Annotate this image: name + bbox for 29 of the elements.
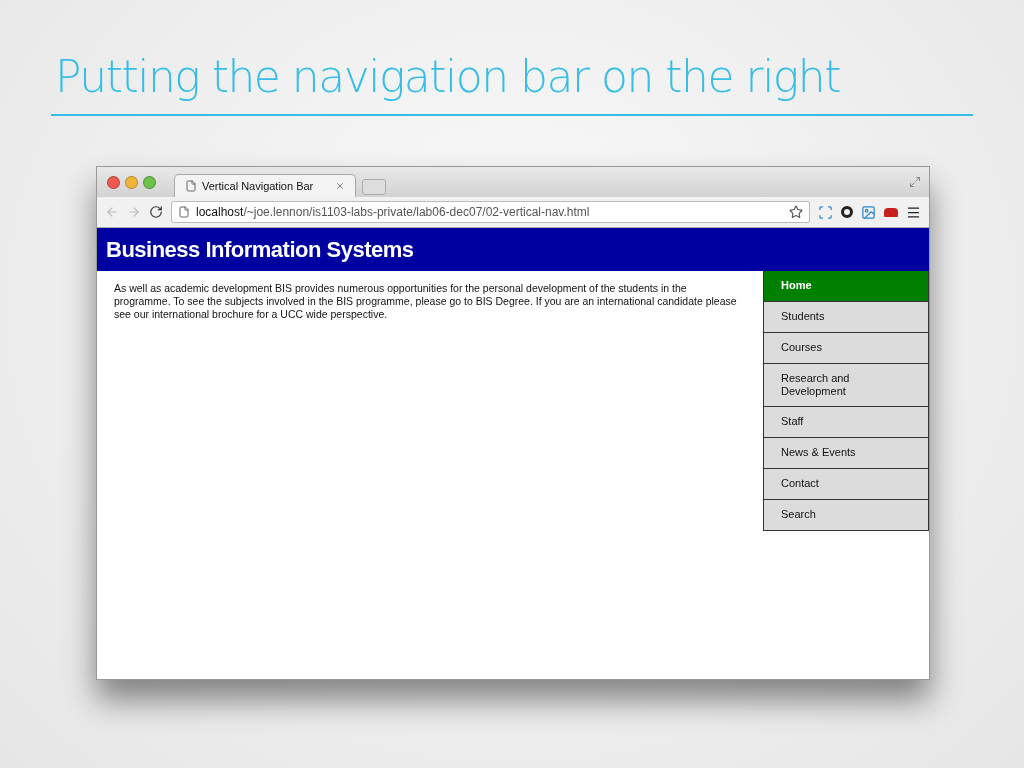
sofa-icon[interactable] xyxy=(884,207,898,217)
nav-item[interactable]: Search xyxy=(763,500,929,531)
close-button[interactable] xyxy=(107,175,120,189)
fullscreen-icon[interactable] xyxy=(909,176,921,188)
nav-item[interactable]: Research and Development xyxy=(763,364,929,407)
nav-item[interactable]: Staff xyxy=(763,407,929,438)
address-field[interactable]: localhost/~joe.lennon/is1103-labs-private/lab06-dec07/02-vertical-nav.html xyxy=(171,201,810,223)
star-icon[interactable] xyxy=(789,205,803,219)
nav-item[interactable]: Home xyxy=(763,271,929,302)
header-title: Business Information Systems xyxy=(106,236,414,263)
nav-item[interactable]: Contact xyxy=(763,469,929,500)
menu-icon[interactable] xyxy=(906,204,921,220)
browser-tab[interactable]: Vertical Navigation Bar xyxy=(174,174,356,197)
body-paragraph: As well as academic development BIS provides numerous opportunities for the personal development of the students in the programme. To see the subjects involved in the BIS programme, please go to BIS Degree. If you are an international candidate please see our international brochure for a UCC wide perspective. xyxy=(114,282,738,322)
circle-icon[interactable] xyxy=(841,206,853,218)
slide-title: Putting the navigation bar on the right xyxy=(55,50,841,104)
page-icon xyxy=(185,180,197,192)
page-icon xyxy=(178,206,190,218)
tab-title: Vertical Navigation Bar xyxy=(202,180,315,192)
zoom-button[interactable] xyxy=(143,175,156,189)
close-icon[interactable] xyxy=(335,181,345,191)
nav-item[interactable]: Students xyxy=(763,302,929,333)
nav-item[interactable]: Courses xyxy=(763,333,929,364)
new-tab-button[interactable] xyxy=(362,179,386,195)
reload-icon[interactable] xyxy=(149,205,163,219)
picture-icon[interactable] xyxy=(861,204,876,220)
minimize-button[interactable] xyxy=(125,175,138,189)
nav-item[interactable]: News & Events xyxy=(763,438,929,469)
screen-icon[interactable] xyxy=(818,204,833,220)
